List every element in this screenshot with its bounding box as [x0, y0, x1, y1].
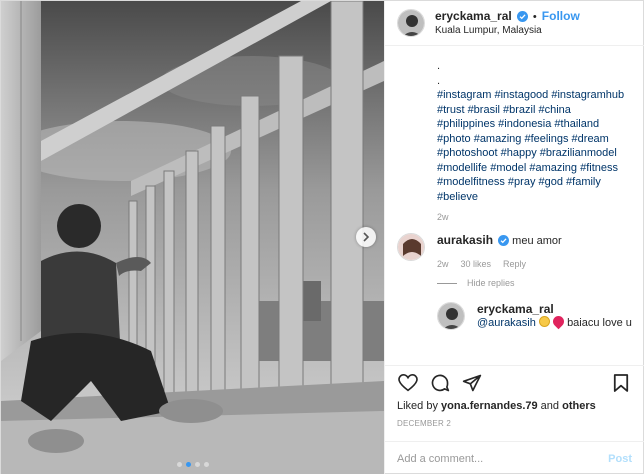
- add-comment-bar: Post: [385, 441, 644, 474]
- comment-meta: 2w 30 likes Reply: [437, 257, 562, 271]
- comment-icon: [431, 374, 450, 392]
- share-icon: [462, 374, 482, 392]
- liked-by: Liked by yona.fernandes.79 and others: [397, 400, 632, 412]
- action-icons: [397, 370, 632, 396]
- comment-timestamp: 2w: [437, 259, 449, 269]
- reply-author-avatar[interactable]: [437, 302, 465, 330]
- reply-body: eryckama_ral @aurakasih baiacu love u: [477, 302, 632, 330]
- caption-timestamp: 2w: [437, 212, 449, 222]
- post-header: eryckama_ral • Follow Kuala Lumpur, Mala…: [385, 1, 644, 46]
- liked-by-others[interactable]: others: [562, 400, 596, 412]
- comment-item: aurakasih meu amor 2w 30 likes Reply: [397, 233, 632, 271]
- caption-hashtags[interactable]: #instagram #instagood #instagramhub #tru…: [437, 88, 632, 204]
- hide-replies-button[interactable]: Hide replies: [437, 278, 632, 288]
- hide-replies-label: Hide replies: [467, 278, 515, 288]
- save-button[interactable]: [610, 372, 632, 394]
- smiling-emoji-icon: [538, 316, 550, 327]
- photo-image: [1, 1, 384, 474]
- liked-by-mid: and: [537, 400, 563, 412]
- comment-body: aurakasih meu amor 2w 30 likes Reply: [437, 233, 562, 271]
- post-date[interactable]: DECEMBER 2: [397, 419, 632, 428]
- red-heart-icon: [550, 313, 567, 330]
- post-actions: Liked by yona.fernandes.79 and others DE…: [385, 365, 644, 428]
- chevron-right-icon: [363, 232, 370, 242]
- carousel-dot: [176, 462, 182, 467]
- comment-button[interactable]: [429, 372, 451, 394]
- carousel-dot: [203, 462, 209, 467]
- bookmark-icon: [613, 374, 629, 392]
- author-username[interactable]: eryckama_ral: [435, 9, 512, 23]
- like-button[interactable]: [397, 372, 419, 394]
- post-comment-button[interactable]: Post: [608, 453, 632, 465]
- verified-badge-icon: [498, 235, 510, 246]
- header-text: eryckama_ral • Follow Kuala Lumpur, Mala…: [435, 9, 580, 37]
- reply-comment-item: eryckama_ral @aurakasih baiacu love u: [437, 302, 632, 330]
- reply-mention[interactable]: @aurakasih: [477, 317, 536, 329]
- author-avatar[interactable]: [397, 9, 425, 37]
- liked-by-user[interactable]: yona.fernandes.79: [441, 400, 538, 412]
- reply-button[interactable]: Reply: [503, 257, 526, 271]
- reply-text: baiacu love u: [567, 317, 632, 329]
- commenter-avatar[interactable]: [397, 233, 425, 261]
- caption-dot-line: .: [437, 60, 441, 72]
- share-button[interactable]: [461, 372, 483, 394]
- add-comment-input[interactable]: [397, 452, 609, 465]
- comments-section[interactable]: . . #instagram #instagood #instagramhub …: [385, 47, 644, 364]
- hide-replies-line: [437, 282, 457, 284]
- carousel-next-button[interactable]: [356, 227, 376, 247]
- carousel-dot: [194, 462, 200, 467]
- liked-by-prefix: Liked by: [397, 400, 442, 412]
- post-modal: eryckama_ral • Follow Kuala Lumpur, Mala…: [0, 0, 644, 474]
- reply-author-username[interactable]: eryckama_ral: [477, 302, 632, 316]
- follow-button[interactable]: Follow: [542, 9, 580, 23]
- comment-text: meu amor: [512, 235, 562, 247]
- heart-icon: [398, 374, 418, 392]
- post-details-panel: eryckama_ral • Follow Kuala Lumpur, Mala…: [384, 1, 644, 474]
- post-location[interactable]: Kuala Lumpur, Malaysia: [435, 24, 580, 37]
- verified-badge-icon: [516, 10, 528, 22]
- commenter-username[interactable]: aurakasih: [437, 233, 493, 247]
- header-separator: •: [532, 10, 537, 23]
- post-photo[interactable]: [1, 1, 384, 474]
- comment-likes-count[interactable]: 30 likes: [461, 257, 492, 271]
- carousel-dot-active: [185, 462, 191, 467]
- caption-dot-line: .: [437, 74, 441, 87]
- post-caption: . . #instagram #instagood #instagramhub …: [397, 59, 632, 204]
- carousel-indicator: [1, 462, 384, 467]
